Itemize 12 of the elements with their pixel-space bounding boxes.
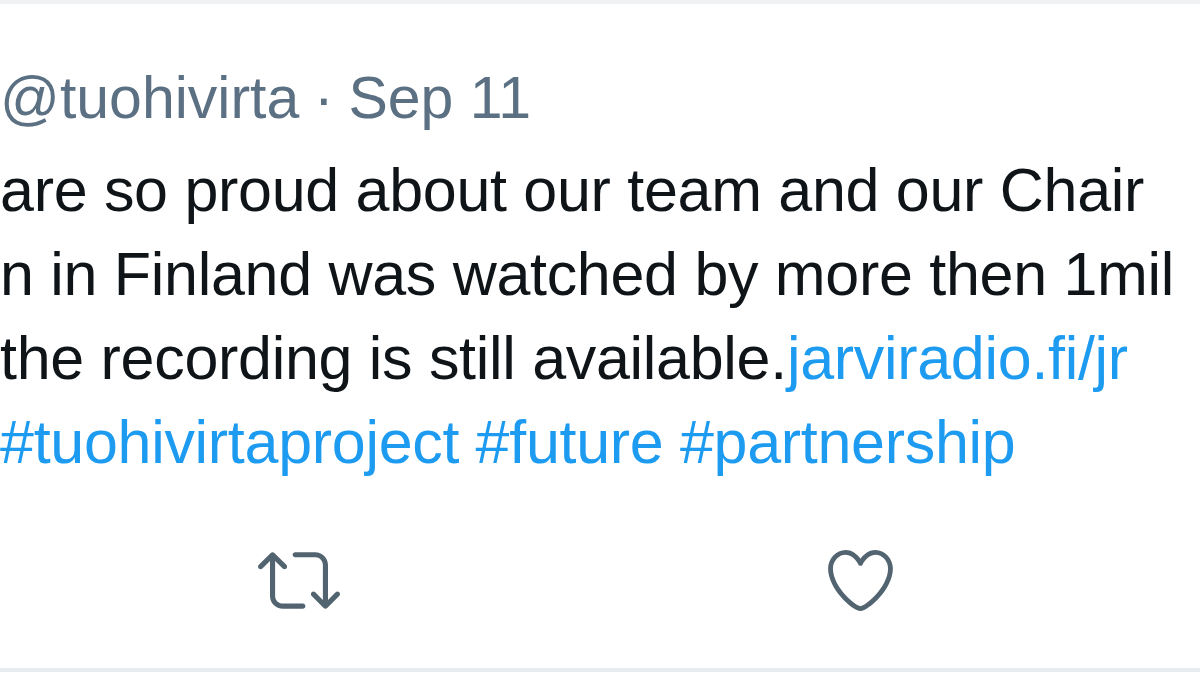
tweet-text: are so proud about our team and our Chair [0,155,1145,226]
heart-icon[interactable] [828,550,893,611]
tweet-text: n in Finland was watched by more then 1mil [0,239,1175,310]
link[interactable]: jarviradio.fi/jr [786,324,1128,392]
tweet-date[interactable]: Sep 11 [348,58,532,138]
separator-dot: · [314,64,334,133]
retweet-icon[interactable] [258,552,340,609]
hashtag-link[interactable]: #future [475,400,664,484]
user-handle[interactable]: @tuohivirta [0,58,300,138]
hashtag-link[interactable]: #partnership [679,400,1016,484]
tweet-text: the recording is still available.jarviradio.fi/jr [0,323,1128,394]
hashtag-link[interactable]: #tuohivirtaproject [0,400,460,484]
